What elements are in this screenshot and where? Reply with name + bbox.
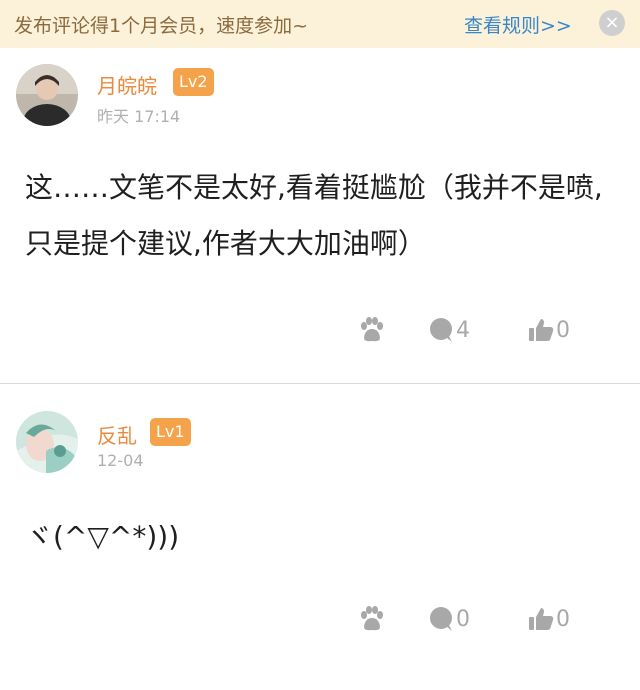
reply-count: 4 <box>456 317 470 343</box>
paw-icon <box>361 317 383 342</box>
timestamp: 12-04 <box>97 451 144 470</box>
paw-button[interactable] <box>356 310 386 350</box>
avatar[interactable] <box>16 411 78 473</box>
username[interactable]: 反乱 <box>97 420 137 449</box>
paw-icon <box>361 606 383 631</box>
reply-button[interactable]: 4 <box>428 310 470 350</box>
like-count: 0 <box>556 606 570 632</box>
like-button[interactable]: 0 <box>528 599 570 639</box>
close-icon[interactable]: × <box>599 10 625 36</box>
level-badge: Lv2 <box>173 68 214 96</box>
thumbs-up-icon <box>529 319 554 341</box>
paw-button[interactable] <box>356 599 386 639</box>
comment-item: 反乱 Lv1 12-04 ヾ(^▽^*))) 0 0 <box>0 385 640 690</box>
reply-button[interactable]: 0 <box>428 599 470 639</box>
comment-item: 月皖皖 Lv2 昨天 17:14 这……文笔不是太好,看着挺尴尬（我并不是喷,只… <box>0 48 640 384</box>
username[interactable]: 月皖皖 <box>97 70 157 99</box>
timestamp: 昨天 17:14 <box>97 107 181 126</box>
comment-actions: 4 0 <box>0 310 640 350</box>
comment-bubble-icon <box>430 607 452 631</box>
reply-count: 0 <box>456 606 470 632</box>
level-badge: Lv1 <box>150 418 191 446</box>
thumbs-up-icon <box>529 608 554 630</box>
comment-bubble-icon <box>430 318 452 342</box>
comment-text: 这……文笔不是太好,看着挺尴尬（我并不是喷,只是提个建议,作者大大加油啊） <box>25 171 603 260</box>
comment-actions: 0 0 <box>0 599 640 639</box>
comment-text: ヾ(^▽^*))) <box>25 520 180 553</box>
view-rules-link[interactable]: 查看规则>> <box>464 11 572 38</box>
avatar[interactable] <box>16 64 78 126</box>
banner-text: 发布评论得1个月会员，速度参加~ <box>14 15 309 37</box>
promo-banner: 发布评论得1个月会员，速度参加~ 查看规则>> × <box>0 0 640 48</box>
divider <box>0 383 640 384</box>
like-count: 0 <box>556 317 570 343</box>
like-button[interactable]: 0 <box>528 310 570 350</box>
